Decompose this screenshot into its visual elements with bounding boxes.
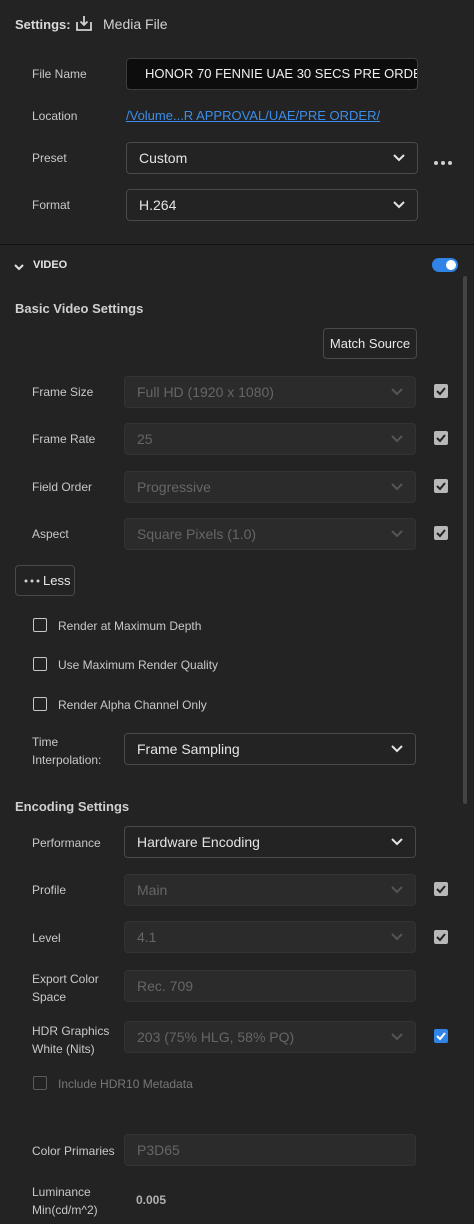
format-dropdown[interactable]: H.264 bbox=[126, 189, 418, 221]
time-interpolation-dropdown[interactable]: Frame Sampling bbox=[124, 733, 416, 765]
profile-match-checkbox[interactable] bbox=[434, 882, 448, 896]
field-order-match-checkbox[interactable] bbox=[434, 479, 448, 493]
aspect-label: Aspect bbox=[32, 527, 69, 541]
chevron-down-icon bbox=[393, 154, 405, 162]
level-label: Level bbox=[32, 931, 61, 945]
chevron-down-icon bbox=[391, 933, 403, 941]
level-match-checkbox[interactable] bbox=[434, 930, 448, 944]
chevron-down-icon bbox=[391, 838, 403, 846]
chevron-down-icon bbox=[393, 201, 405, 209]
chevron-down-icon bbox=[391, 388, 403, 396]
time-interpolation-label: Time Interpolation: bbox=[32, 735, 102, 767]
render-max-depth-checkbox[interactable] bbox=[33, 618, 47, 632]
hdr-graphics-match-checkbox[interactable] bbox=[434, 1029, 448, 1043]
profile-label: Profile bbox=[32, 883, 67, 897]
frame-size-match-checkbox[interactable] bbox=[434, 384, 448, 398]
hdr-graphics-white-label: HDR Graphics White (Nits) bbox=[32, 1024, 110, 1056]
chevron-down-icon bbox=[391, 530, 403, 538]
performance-label: Performance bbox=[32, 836, 101, 850]
format-value: H.264 bbox=[139, 197, 177, 213]
export-color-space-label: Export Color Space bbox=[32, 972, 99, 1004]
encoding-settings-title: Encoding Settings bbox=[15, 799, 130, 814]
export-color-space-value: Rec. 709 bbox=[137, 978, 194, 994]
preset-value: Custom bbox=[139, 150, 188, 166]
chevron-down-icon bbox=[391, 1033, 403, 1041]
chevron-down-icon bbox=[391, 435, 403, 443]
performance-dropdown[interactable]: Hardware Encoding bbox=[124, 826, 416, 858]
frame-size-dropdown[interactable]: Full HD (1920 x 1080) bbox=[124, 376, 416, 408]
file-name-label: File Name bbox=[32, 67, 87, 81]
hdr-graphics-white-value: 203 (75% HLG, 58% PQ) bbox=[137, 1029, 295, 1045]
hdr-graphics-white-dropdown[interactable]: 203 (75% HLG, 58% PQ) bbox=[124, 1021, 416, 1053]
file-name-input[interactable]: HONOR 70 FENNIE UAE 30 SECS PRE ORDER AR… bbox=[126, 58, 418, 90]
chevron-down-icon bbox=[391, 745, 403, 753]
max-render-quality-label: Use Maximum Render Quality bbox=[58, 658, 219, 672]
collapse-chevron-icon[interactable] bbox=[14, 260, 24, 271]
profile-dropdown[interactable]: Main bbox=[124, 874, 416, 906]
performance-value: Hardware Encoding bbox=[137, 834, 260, 850]
video-toggle[interactable] bbox=[432, 258, 458, 272]
scrollbar[interactable] bbox=[463, 276, 467, 804]
settings-label: Settings: bbox=[15, 17, 71, 32]
basic-video-settings-title: Basic Video Settings bbox=[15, 301, 144, 316]
render-alpha-checkbox[interactable] bbox=[33, 697, 47, 711]
render-max-depth-label: Render at Maximum Depth bbox=[58, 619, 202, 633]
field-order-label: Field Order bbox=[32, 480, 93, 494]
media-file-label[interactable]: Media File bbox=[103, 16, 168, 32]
frame-size-value: Full HD (1920 x 1080) bbox=[137, 384, 274, 400]
chevron-down-icon bbox=[391, 886, 403, 894]
export-icon[interactable] bbox=[75, 14, 93, 32]
luminance-min-value[interactable]: 0.005 bbox=[136, 1193, 166, 1207]
file-name-value: HONOR 70 FENNIE UAE 30 SECS PRE ORDER AR… bbox=[145, 66, 417, 81]
format-label: Format bbox=[32, 198, 71, 212]
aspect-dropdown[interactable]: Square Pixels (1.0) bbox=[124, 518, 416, 550]
export-color-space-dropdown[interactable]: Rec. 709 bbox=[124, 970, 416, 1002]
less-label: Less bbox=[43, 573, 71, 588]
video-section-label[interactable]: VIDEO bbox=[33, 259, 67, 271]
field-order-dropdown[interactable]: Progressive bbox=[124, 471, 416, 503]
frame-rate-dropdown[interactable]: 25 bbox=[124, 423, 416, 455]
aspect-value: Square Pixels (1.0) bbox=[137, 526, 257, 542]
color-primaries-value: P3D65 bbox=[137, 1142, 180, 1158]
frame-size-label: Frame Size bbox=[32, 385, 94, 399]
match-source-button[interactable]: Match Source bbox=[323, 328, 417, 359]
level-value: 4.1 bbox=[137, 929, 157, 945]
preset-label: Preset bbox=[32, 151, 67, 165]
chevron-down-icon bbox=[391, 483, 403, 491]
location-link[interactable]: /Volume...R APPROVAL/UAE/PRE ORDER/ bbox=[126, 108, 380, 123]
time-interpolation-value: Frame Sampling bbox=[137, 741, 240, 757]
color-primaries-dropdown[interactable]: P3D65 bbox=[124, 1134, 416, 1166]
location-label: Location bbox=[32, 109, 78, 123]
field-order-value: Progressive bbox=[137, 479, 211, 495]
frame-rate-match-checkbox[interactable] bbox=[434, 431, 448, 445]
section-divider bbox=[0, 244, 474, 245]
color-primaries-label: Color Primaries bbox=[32, 1144, 115, 1158]
level-dropdown[interactable]: 4.1 bbox=[124, 921, 416, 953]
luminance-min-label: Luminance Min(cd/m^2) bbox=[32, 1185, 98, 1217]
include-hdr10-label: Include HDR10 Metadata bbox=[58, 1077, 193, 1091]
max-render-quality-checkbox[interactable] bbox=[33, 657, 47, 671]
preset-dropdown[interactable]: Custom bbox=[126, 142, 418, 174]
more-options-icon[interactable] bbox=[433, 155, 453, 165]
frame-rate-value: 25 bbox=[137, 431, 153, 447]
less-button[interactable]: Less bbox=[15, 565, 75, 596]
match-source-label: Match Source bbox=[329, 336, 411, 351]
aspect-match-checkbox[interactable] bbox=[434, 526, 448, 540]
include-hdr10-checkbox[interactable] bbox=[33, 1076, 47, 1090]
render-alpha-label: Render Alpha Channel Only bbox=[58, 698, 207, 712]
ellipsis-icon bbox=[24, 579, 40, 583]
frame-rate-label: Frame Rate bbox=[32, 432, 96, 446]
profile-value: Main bbox=[137, 882, 168, 898]
